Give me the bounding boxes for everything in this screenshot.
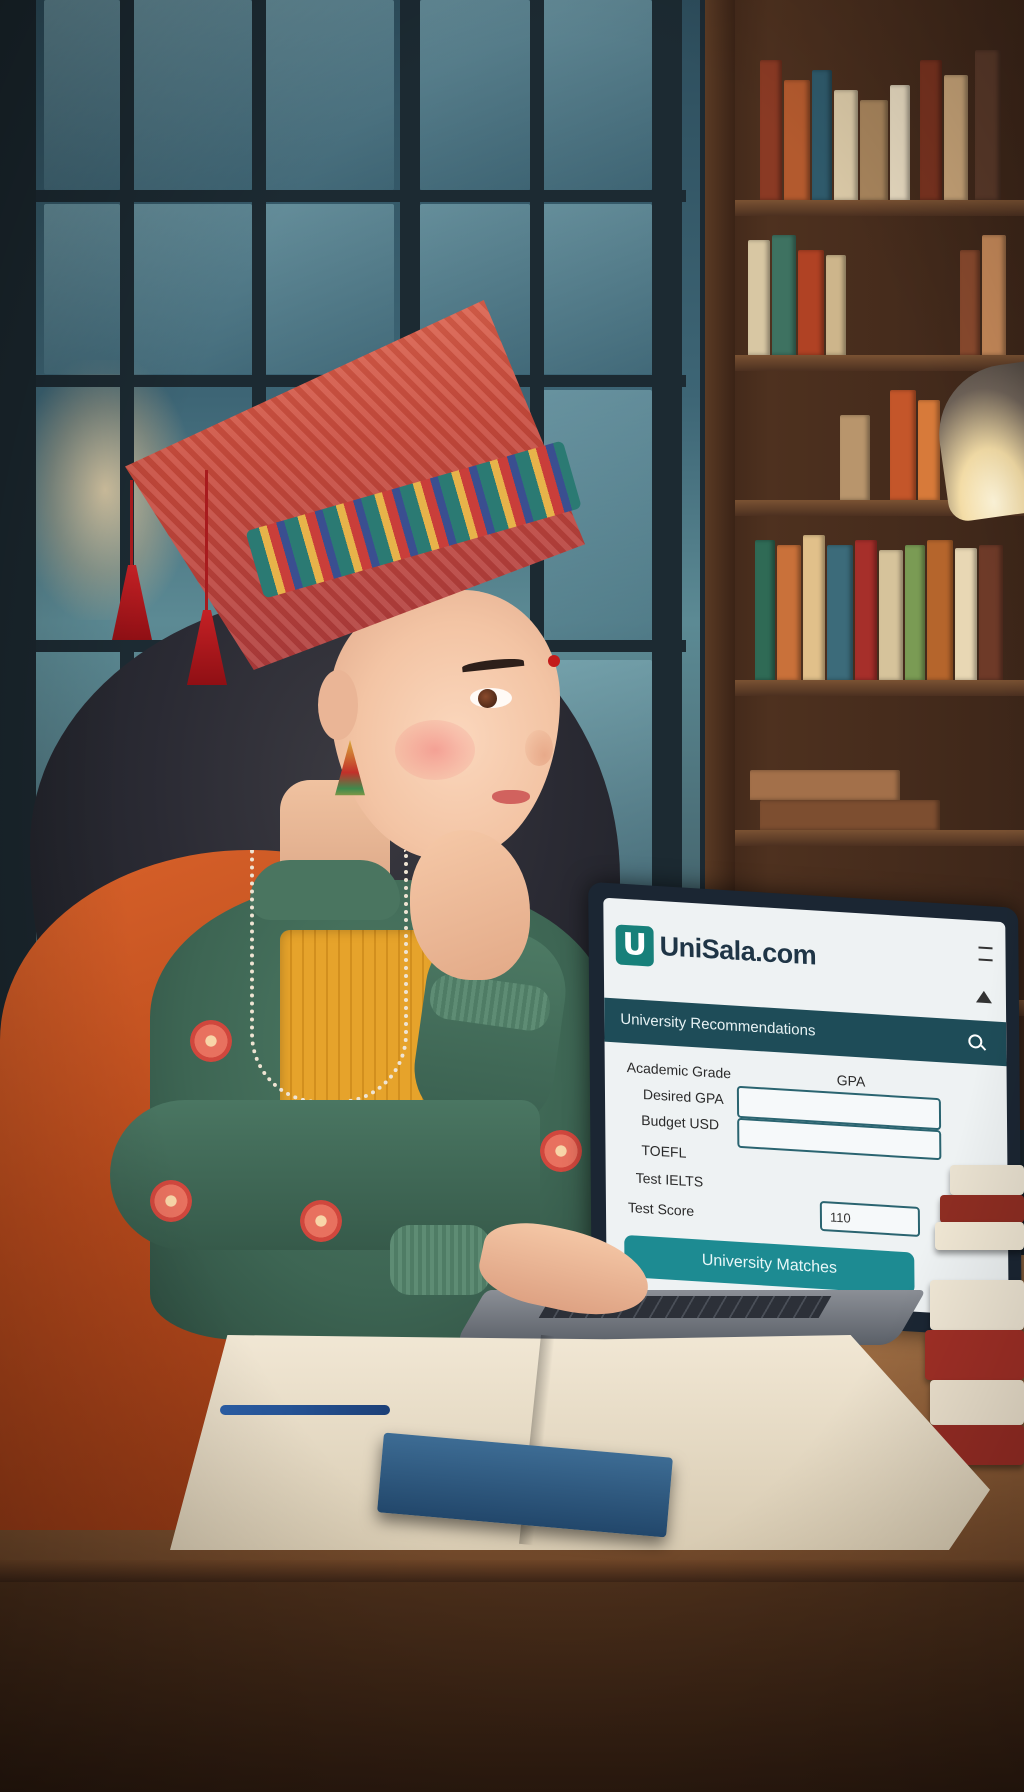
shelf-book [927,540,953,680]
book-stack-item [950,1165,1024,1195]
shelf-book [827,545,853,680]
bindi [548,655,560,667]
sleeve-cuff [390,1225,490,1295]
shelf-book [798,250,824,355]
site-logo[interactable]: U [615,924,654,967]
shelf-book [777,545,801,680]
book-stack-item [925,1330,1024,1380]
book-stack-item [940,1195,1024,1223]
cheek [395,720,475,780]
shelf-book [834,90,858,200]
shelf-book [860,100,888,200]
window-pane [44,204,120,374]
form-label: Desired GPA [642,1086,724,1107]
shelf-board [735,200,1024,216]
pen [220,1405,390,1415]
eye-iris [478,689,497,708]
desk-edge [0,1560,1024,1582]
form-label: TOEFL [641,1141,687,1161]
window-pane [132,204,252,374]
find-matches-button[interactable]: University Matches [624,1234,915,1295]
form-label: Test IELTS [635,1169,704,1190]
window-pane [264,0,394,190]
shelf-book [812,70,832,200]
window-pane [420,0,530,190]
shelf-vase [840,415,870,500]
shelf-board [735,830,1024,846]
ear [318,670,358,740]
form-label: Academic Grade [626,1059,732,1082]
score-value: 110 [829,1209,851,1226]
shelf-book [918,400,940,500]
shelf-book [960,250,980,355]
shelf-book [975,50,1001,200]
form-label: Budget USD [641,1111,720,1133]
shelf-book [890,390,916,500]
sweater-flower [150,1180,192,1222]
shelf-book [955,548,977,680]
window-pane [542,0,652,190]
window-pane [542,204,652,374]
book-stack-item [930,1380,1024,1425]
window-pane [44,0,120,190]
shelf-book [920,60,942,200]
necklace [250,850,408,1104]
desk-front [0,1582,1024,1792]
shelf-board [735,680,1024,696]
menu-icon[interactable] [978,946,993,962]
tassel-string [205,470,208,615]
book-stack-item [930,1280,1024,1330]
shelf-book [979,545,1003,680]
shelf-book [879,550,903,680]
shelf-book [855,540,877,680]
form-label: Test Score [627,1199,695,1220]
shelf-book [803,535,825,680]
laptop-screen: U UniSala.com University Recommendations… [603,897,1009,1318]
window-pane [132,0,252,190]
notification-icon[interactable] [975,990,992,1004]
score-input[interactable]: 110 [819,1200,921,1237]
nose [525,730,553,766]
shelf-book-stack [760,800,940,830]
shelf-book-stack [750,770,900,800]
sweater-flower [300,1200,342,1242]
gpa-placeholder: GPA [836,1071,866,1090]
shelf-board [735,355,1024,371]
sweater-flower [190,1020,232,1062]
shelf-book [772,235,796,355]
shelf-book [760,60,782,200]
shelf-book [748,240,770,355]
shelf-book [890,85,910,200]
shelf-book [944,75,968,200]
shelf-book [905,545,925,680]
shelf-book [826,255,846,355]
shelf-book [982,235,1006,355]
window-pane [264,204,394,374]
site-name[interactable]: UniSala.com [660,931,817,972]
tassel-string [130,480,133,570]
shelf-book [755,540,775,680]
shelf-book [784,80,810,200]
study-scene: U UniSala.com University Recommendations… [0,0,1024,1792]
window-mullion [36,190,686,202]
search-icon[interactable] [968,1033,983,1049]
lips [492,790,530,804]
sweater-flower [540,1130,582,1172]
book-stack-item [935,1222,1024,1250]
